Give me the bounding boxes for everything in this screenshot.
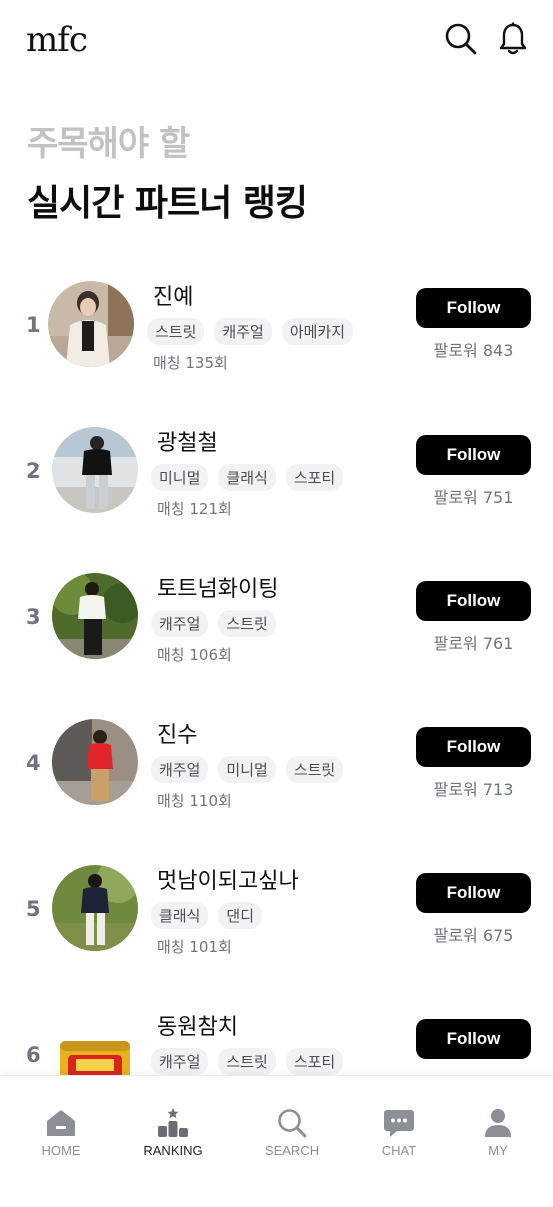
style-tag[interactable]: 미니멀 xyxy=(218,756,276,783)
partner-name[interactable]: 진예 xyxy=(153,279,193,311)
style-tag[interactable]: 미니멀 xyxy=(151,464,209,491)
style-tag[interactable]: 스트릿 xyxy=(218,1048,276,1075)
tab-home[interactable]: HOME xyxy=(16,1106,106,1158)
partner-name[interactable]: 진수 xyxy=(157,717,197,749)
style-tag[interactable]: 스트릿 xyxy=(285,756,344,783)
ranking-row[interactable]: 5 멋남이되고싶나 클래식 댄디 매칭 101회 Follow 팔로워 675 xyxy=(0,854,553,984)
avatar[interactable] xyxy=(52,865,138,951)
tab-label: SEARCH xyxy=(264,1143,320,1158)
style-tag[interactable]: 클래식 xyxy=(218,464,276,491)
follow-button[interactable]: Follow xyxy=(416,727,531,767)
tab-label: CHAT xyxy=(381,1143,417,1158)
style-tag[interactable]: 캐주얼 xyxy=(151,756,209,783)
follow-button[interactable]: Follow xyxy=(416,873,531,913)
style-tags: 캐주얼 스트릿 xyxy=(151,610,276,637)
style-tag[interactable]: 클래식 xyxy=(151,902,209,929)
avatar[interactable] xyxy=(52,427,138,513)
follower-count: 팔로워 713 xyxy=(433,780,514,799)
follower-count: 팔로워 761 xyxy=(433,634,514,653)
follow-button[interactable]: Follow xyxy=(416,435,531,475)
match-count: 매칭 135회 xyxy=(153,354,228,372)
style-tag[interactable]: 캐주얼 xyxy=(151,610,209,637)
search-icon xyxy=(275,1106,309,1138)
rank-number: 4 xyxy=(26,751,41,775)
rank-number: 5 xyxy=(26,897,41,921)
tab-ranking[interactable]: RANKING xyxy=(128,1106,218,1158)
partner-name[interactable]: 동원참치 xyxy=(157,1009,238,1041)
tab-my[interactable]: MY xyxy=(453,1106,543,1158)
rank-number: 3 xyxy=(26,605,41,629)
style-tags: 스트릿 캐주얼 아메카지 xyxy=(147,318,354,345)
style-tags: 클래식 댄디 xyxy=(151,902,263,929)
tab-search[interactable]: SEARCH xyxy=(247,1106,337,1158)
follower-count: 팔로워 751 xyxy=(433,488,514,507)
podium-icon xyxy=(156,1106,190,1138)
style-tag[interactable]: 스트릿 xyxy=(147,318,205,345)
tab-label: MY xyxy=(488,1143,508,1158)
tab-label: HOME xyxy=(41,1143,81,1158)
ranking-row[interactable]: 2 광철철 미니멀 클래식 스포티 매칭 121회 Follow 팔로워 751 xyxy=(0,416,553,546)
rank-number: 1 xyxy=(26,313,41,337)
ranking-row[interactable]: 1 진예 스트릿 캐주얼 아메카지 매칭 135회 Follow 팔로워 843 xyxy=(0,270,553,400)
style-tags: 캐주얼 미니멀 스트릿 xyxy=(151,756,344,783)
partner-name[interactable]: 토트넘화이팅 xyxy=(157,571,278,603)
style-tag[interactable]: 스포티 xyxy=(285,1048,344,1075)
follow-button[interactable]: Follow xyxy=(416,288,531,328)
style-tag[interactable]: 스트릿 xyxy=(218,610,276,637)
style-tag[interactable]: 캐주얼 xyxy=(214,318,272,345)
person-icon xyxy=(481,1106,515,1138)
match-count: 매칭 121회 xyxy=(157,500,232,518)
ranking-row[interactable]: 3 토트넘화이팅 캐주얼 스트릿 매칭 106회 Follow 팔로워 761 xyxy=(0,562,553,692)
partner-name[interactable]: 광철철 xyxy=(157,425,218,457)
follower-count: 팔로워 843 xyxy=(433,341,514,360)
style-tag[interactable]: 댄디 xyxy=(218,902,263,929)
rank-number: 6 xyxy=(26,1043,41,1067)
match-count: 매칭 106회 xyxy=(157,646,232,664)
ranking-row[interactable]: 4 진수 캐주얼 미니멀 스트릿 매칭 110회 Follow 팔로워 713 xyxy=(0,708,553,838)
style-tag[interactable]: 아메카지 xyxy=(281,318,354,345)
style-tags: 미니멀 클래식 스포티 xyxy=(151,464,344,491)
home-icon xyxy=(44,1106,78,1138)
match-count: 매칭 101회 xyxy=(157,938,232,956)
style-tags: 캐주얼 스트릿 스포티 xyxy=(151,1048,344,1075)
style-tag[interactable]: 스포티 xyxy=(285,464,344,491)
avatar[interactable] xyxy=(52,719,138,805)
follow-button[interactable]: Follow xyxy=(416,581,531,621)
ranking-list: 1 진예 스트릿 캐주얼 아메카지 매칭 135회 Follow 팔로워 843… xyxy=(0,0,553,1075)
partner-name[interactable]: 멋남이되고싶나 xyxy=(157,863,299,895)
avatar[interactable] xyxy=(52,573,138,659)
tab-chat[interactable]: CHAT xyxy=(354,1106,444,1158)
tab-label: RANKING xyxy=(143,1143,203,1158)
bottom-tab-bar: HOME RANKING SEARCH CHAT MY xyxy=(0,1075,553,1207)
avatar[interactable] xyxy=(52,1011,138,1075)
chat-icon xyxy=(382,1106,416,1138)
follower-count: 팔로워 675 xyxy=(433,926,514,945)
ranking-row[interactable]: 6 동원참치 캐주얼 스트릿 스포티 Follow xyxy=(0,1000,553,1075)
follow-button[interactable]: Follow xyxy=(416,1019,531,1059)
style-tag[interactable]: 캐주얼 xyxy=(151,1048,209,1075)
avatar[interactable] xyxy=(48,281,134,367)
match-count: 매칭 110회 xyxy=(157,792,232,810)
rank-number: 2 xyxy=(26,459,41,483)
